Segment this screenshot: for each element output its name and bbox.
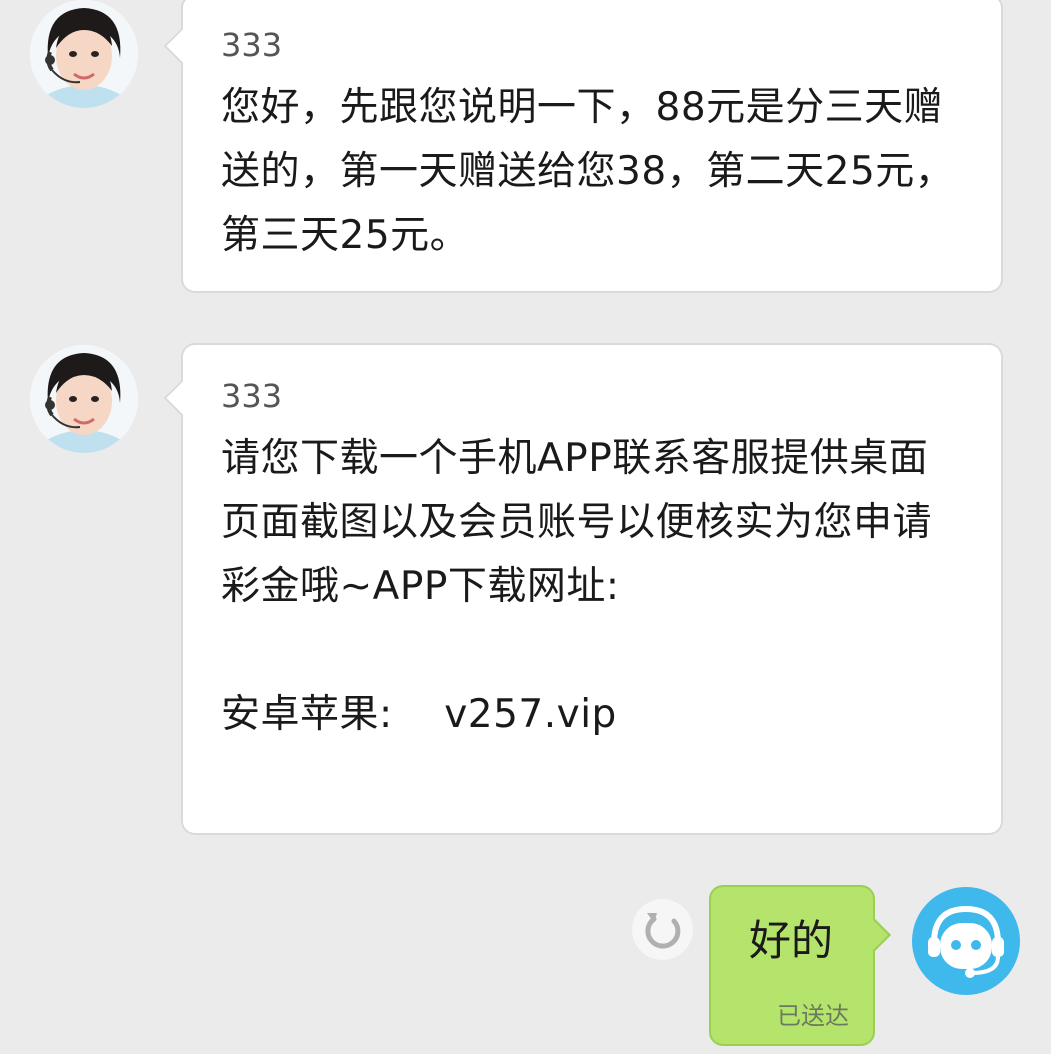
bubble-tail [163, 379, 201, 417]
user-avatar[interactable] [912, 887, 1020, 995]
sender-avatar[interactable] [30, 0, 138, 108]
sender-name: 333 [221, 377, 283, 415]
chat-window: 333 您好，先跟您说明一下，88元是分三天赠送的，第一天赠送给您38，第二天2… [0, 0, 1051, 1054]
message-text: 请您下载一个手机APP联系客服提供桌面页面截图以及会员账号以便核实为您申请彩金哦… [221, 436, 933, 737]
delivery-status: 已送达 [777, 1002, 849, 1030]
retry-button[interactable] [632, 899, 693, 960]
customer-service-avatar-image [30, 0, 138, 108]
incoming-message-bubble[interactable]: 333 您好，先跟您说明一下，88元是分三天赠送的，第一天赠送给您38，第二天2… [163, 0, 1003, 293]
sender-name: 333 [221, 26, 283, 64]
message-text: 您好，先跟您说明一下，88元是分三天赠送的，第一天赠送给您38，第二天25元，第… [221, 85, 955, 258]
customer-service-avatar-image [30, 345, 138, 453]
sender-avatar[interactable] [30, 345, 138, 453]
retry-icon [645, 913, 681, 949]
headset-agent-icon [928, 905, 1004, 978]
bubble-tail [857, 918, 891, 952]
outgoing-message-bubble[interactable]: 好的 已送达 [709, 885, 891, 1046]
incoming-message-bubble[interactable]: 333 请您下载一个手机APP联系客服提供桌面页面截图以及会员账号以便核实为您申… [163, 343, 1003, 835]
outgoing-message-text: 好的 [749, 916, 834, 965]
bubble-tail [163, 27, 201, 65]
